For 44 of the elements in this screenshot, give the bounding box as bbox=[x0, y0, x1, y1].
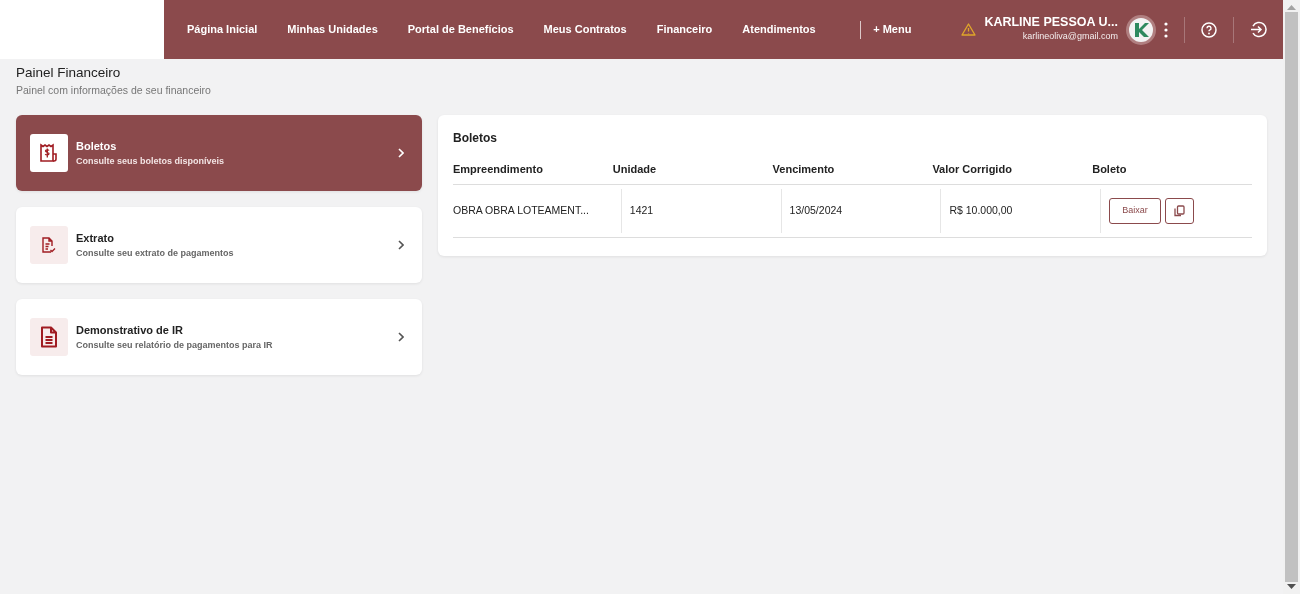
nav-link[interactable]: Financeiro bbox=[641, 21, 728, 38]
more-options-icon[interactable] bbox=[1164, 21, 1168, 38]
copy-button[interactable] bbox=[1164, 197, 1194, 224]
table-cell-text: 13/05/2024 bbox=[789, 202, 843, 218]
menu-card[interactable]: Extrato Consulte seu extrato de pagamentos bbox=[16, 207, 422, 283]
download-button[interactable]: Baixar bbox=[1109, 197, 1161, 224]
column-header: Vencimento bbox=[772, 155, 933, 184]
menu-card[interactable]: Boletos Consulte seus boletos disponíveis bbox=[16, 115, 422, 191]
card-title: Demonstrativo de IR bbox=[76, 323, 184, 338]
copy-icon bbox=[1173, 204, 1185, 217]
menu-link[interactable]: + Menu bbox=[861, 21, 924, 38]
card-title: Boletos bbox=[76, 139, 118, 154]
column-header: Unidade bbox=[612, 155, 773, 184]
receipt-dollar-icon bbox=[39, 143, 59, 163]
column-header: Empreendimento bbox=[453, 155, 613, 184]
column-header: Boleto bbox=[1092, 155, 1252, 184]
panel-title: Boletos bbox=[453, 130, 498, 147]
card-description: Consulte seu extrato de pagamentos bbox=[76, 246, 235, 260]
scroll-down-icon[interactable] bbox=[1287, 584, 1296, 590]
nav-link[interactable]: Portal de Benefícios bbox=[392, 21, 529, 38]
chevron-right-icon bbox=[398, 332, 404, 342]
card-title: Extrato bbox=[76, 231, 115, 246]
menu-card[interactable]: Demonstrativo de IR Consulte seu relatório de pagamentos para IR bbox=[16, 299, 422, 375]
column-header: Valor Corrigido bbox=[932, 155, 1093, 184]
user-name: KARLINE PESSOA U... bbox=[984, 15, 1118, 30]
table-cell-text: R$ 10.000,00 bbox=[949, 202, 1013, 218]
chevron-right-icon bbox=[398, 240, 404, 250]
help-icon[interactable] bbox=[1201, 21, 1217, 38]
document-icon bbox=[40, 326, 58, 348]
card-description: Consulte seus boletos disponíveis bbox=[76, 154, 226, 168]
nav-link[interactable]: Meus Contratos bbox=[528, 21, 642, 38]
table-cell-text: 1421 bbox=[629, 202, 654, 218]
nav-link[interactable]: Página Inicial bbox=[172, 21, 273, 38]
user-email: karlineoliva@gmail.com bbox=[1021, 29, 1118, 43]
chevron-right-icon bbox=[398, 148, 404, 158]
nav-link[interactable]: Atendimentos bbox=[727, 21, 831, 38]
logout-icon[interactable] bbox=[1250, 21, 1267, 38]
user-avatar[interactable] bbox=[1126, 14, 1156, 45]
card-description: Consulte seu relatório de pagamentos para IR bbox=[76, 338, 274, 352]
page-title: Painel Financeiro bbox=[16, 64, 122, 82]
document-check-icon bbox=[41, 236, 57, 254]
nav-link[interactable]: Minhas Unidades bbox=[272, 21, 393, 38]
table-cell-text: OBRA OBRA LOTEAMENT... bbox=[453, 202, 589, 218]
page-subtitle: Painel com informações de seu financeiro bbox=[16, 83, 212, 99]
